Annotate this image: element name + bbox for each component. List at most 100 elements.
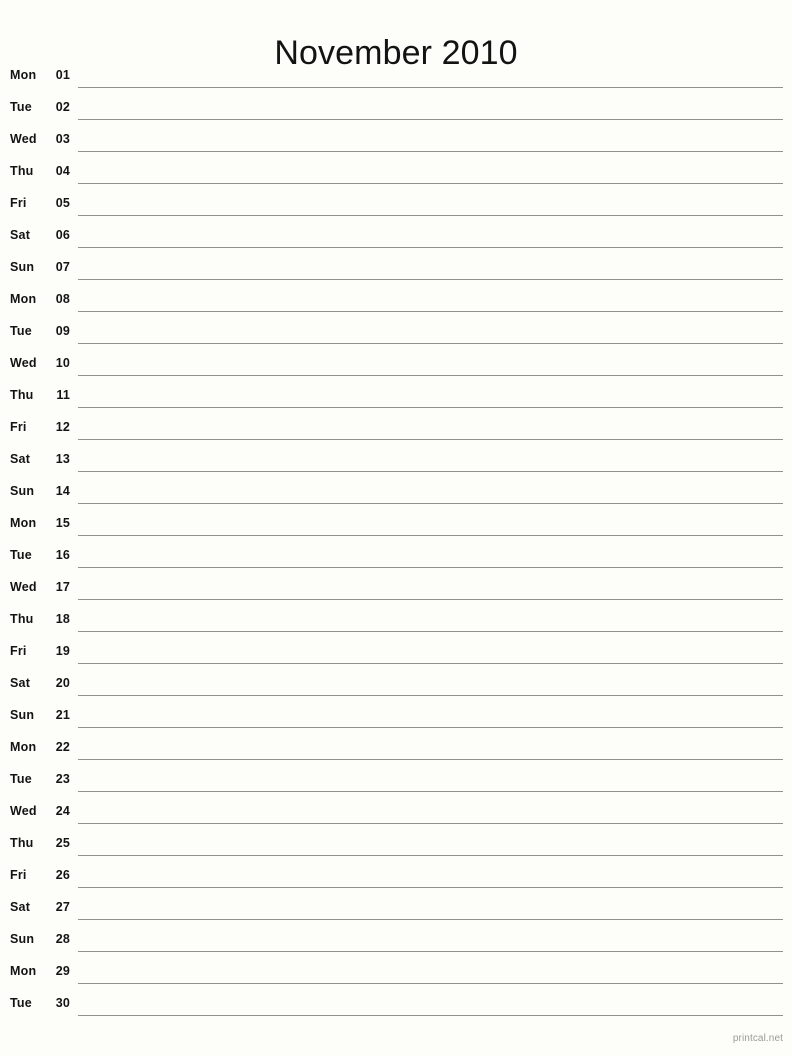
day-writing-line[interactable] — [78, 288, 783, 312]
day-writing-line[interactable] — [78, 704, 783, 728]
day-number: 13 — [55, 452, 70, 466]
day-label-group: Sat 20 — [0, 672, 78, 690]
day-number: 17 — [55, 580, 70, 594]
day-number: 18 — [55, 612, 70, 626]
day-number: 09 — [55, 324, 70, 338]
day-row: Thu 11 — [0, 384, 792, 416]
day-writing-line[interactable] — [78, 928, 783, 952]
day-rows-list: Mon 01 Tue 02 Wed 03 Thu 04 Fri 05 Sat 06 Sun 07 Mon 08… — [0, 64, 792, 1024]
day-label-group: Thu 25 — [0, 832, 78, 850]
day-writing-line[interactable] — [78, 448, 783, 472]
weekday-label: Thu — [10, 164, 34, 178]
day-label-group: Wed 10 — [0, 352, 78, 370]
day-row: Mon 22 — [0, 736, 792, 768]
day-writing-line[interactable] — [78, 416, 783, 440]
day-label-group: Sat 06 — [0, 224, 78, 242]
day-row: Fri 26 — [0, 864, 792, 896]
day-row: Fri 19 — [0, 640, 792, 672]
day-writing-line[interactable] — [78, 896, 783, 920]
day-writing-line[interactable] — [78, 608, 783, 632]
day-row: Wed 03 — [0, 128, 792, 160]
day-row: Tue 23 — [0, 768, 792, 800]
day-writing-line[interactable] — [78, 128, 783, 152]
day-label-group: Sun 21 — [0, 704, 78, 722]
day-number: 04 — [55, 164, 70, 178]
day-row: Tue 16 — [0, 544, 792, 576]
day-writing-line[interactable] — [78, 960, 783, 984]
day-writing-line[interactable] — [78, 864, 783, 888]
day-row: Tue 30 — [0, 992, 792, 1024]
weekday-label: Sun — [10, 708, 35, 722]
day-writing-line[interactable] — [78, 512, 783, 536]
day-number: 11 — [56, 388, 70, 402]
day-writing-line[interactable] — [78, 320, 783, 344]
day-writing-line[interactable] — [78, 160, 783, 184]
day-writing-line[interactable] — [78, 576, 783, 600]
day-row: Mon 15 — [0, 512, 792, 544]
day-label-group: Mon 08 — [0, 288, 78, 306]
day-writing-line[interactable] — [78, 192, 783, 216]
day-writing-line[interactable] — [78, 736, 783, 760]
day-number: 03 — [55, 132, 70, 146]
day-writing-line[interactable] — [78, 640, 783, 664]
day-writing-line[interactable] — [78, 224, 783, 248]
weekday-label: Sat — [10, 900, 31, 914]
weekday-label: Tue — [10, 772, 32, 786]
day-row: Mon 29 — [0, 960, 792, 992]
day-row: Fri 05 — [0, 192, 792, 224]
day-number: 01 — [55, 68, 70, 82]
day-writing-line[interactable] — [78, 544, 783, 568]
day-row: Tue 02 — [0, 96, 792, 128]
day-label-group: Thu 04 — [0, 160, 78, 178]
day-row: Sun 28 — [0, 928, 792, 960]
day-writing-line[interactable] — [78, 64, 783, 88]
day-label-group: Sat 27 — [0, 896, 78, 914]
day-number: 20 — [55, 676, 70, 690]
day-writing-line[interactable] — [78, 992, 783, 1016]
weekday-label: Mon — [10, 740, 37, 754]
footer-credit: printcal.net — [732, 1033, 783, 1044]
day-number: 15 — [55, 516, 70, 530]
day-writing-line[interactable] — [78, 832, 783, 856]
weekday-label: Sat — [10, 676, 31, 690]
weekday-label: Sat — [10, 228, 31, 242]
day-row: Sat 06 — [0, 224, 792, 256]
day-row: Wed 24 — [0, 800, 792, 832]
weekday-label: Tue — [10, 996, 32, 1010]
day-number: 02 — [55, 100, 70, 114]
day-number: 08 — [55, 292, 70, 306]
calendar-page: November 2010 Mon 01 Tue 02 Wed 03 Thu 04 Fri 05 S… — [0, 0, 792, 1056]
day-label-group: Fri 26 — [0, 864, 78, 882]
day-row: Mon 01 — [0, 64, 792, 96]
day-row: Thu 04 — [0, 160, 792, 192]
day-number: 07 — [55, 260, 70, 274]
day-number: 27 — [55, 900, 70, 914]
day-label-group: Mon 22 — [0, 736, 78, 754]
day-number: 14 — [55, 484, 70, 498]
day-number: 25 — [55, 836, 70, 850]
weekday-label: Wed — [10, 356, 37, 370]
day-label-group: Wed 24 — [0, 800, 78, 818]
day-number: 29 — [55, 964, 70, 978]
day-row: Fri 12 — [0, 416, 792, 448]
day-writing-line[interactable] — [78, 480, 783, 504]
day-label-group: Thu 11 — [0, 384, 78, 402]
day-writing-line[interactable] — [78, 384, 783, 408]
day-writing-line[interactable] — [78, 352, 783, 376]
day-number: 10 — [55, 356, 70, 370]
day-writing-line[interactable] — [78, 800, 783, 824]
day-writing-line[interactable] — [78, 672, 783, 696]
day-label-group: Sun 28 — [0, 928, 78, 946]
weekday-label: Mon — [10, 292, 37, 306]
day-label-group: Fri 05 — [0, 192, 78, 210]
day-label-group: Mon 15 — [0, 512, 78, 530]
day-writing-line[interactable] — [78, 256, 783, 280]
day-number: 06 — [55, 228, 70, 242]
day-writing-line[interactable] — [78, 96, 783, 120]
day-number: 21 — [55, 708, 70, 722]
day-writing-line[interactable] — [78, 768, 783, 792]
day-row: Sun 21 — [0, 704, 792, 736]
weekday-label: Fri — [10, 644, 27, 658]
day-label-group: Mon 29 — [0, 960, 78, 978]
weekday-label: Mon — [10, 516, 37, 530]
